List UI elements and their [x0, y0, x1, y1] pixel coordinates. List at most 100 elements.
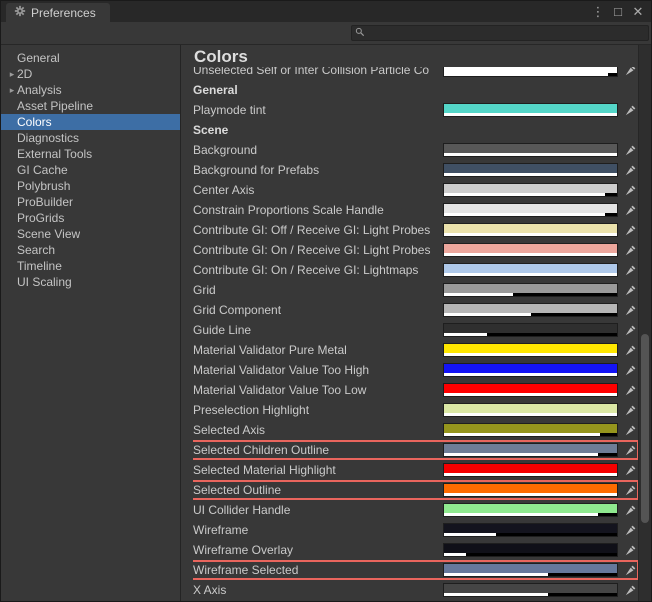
- tab-preferences[interactable]: Preferences: [6, 3, 110, 22]
- sidebar-item-external-tools[interactable]: External Tools: [1, 146, 180, 162]
- color-label: Background: [193, 143, 258, 157]
- color-swatch[interactable]: [443, 563, 618, 577]
- eyedropper-icon[interactable]: [622, 323, 638, 337]
- expand-arrow-icon[interactable]: ▸: [7, 85, 17, 96]
- color-swatch[interactable]: [443, 483, 618, 497]
- eyedropper-icon[interactable]: [622, 423, 638, 437]
- sidebar-item-label: Polybrush: [17, 179, 71, 193]
- toolbar: [1, 22, 651, 45]
- sidebar-item-colors[interactable]: Colors: [1, 114, 180, 130]
- sidebar-item-diagnostics[interactable]: Diagnostics: [1, 130, 180, 146]
- maximize-icon[interactable]: □: [610, 4, 626, 20]
- eyedropper-icon[interactable]: [622, 543, 638, 557]
- eyedropper-icon[interactable]: [622, 403, 638, 417]
- eyedropper-icon[interactable]: [622, 203, 638, 217]
- color-label: Preselection Highlight: [193, 403, 310, 417]
- search-box[interactable]: [351, 25, 649, 41]
- eyedropper-icon[interactable]: [622, 303, 638, 317]
- color-swatch[interactable]: [443, 383, 618, 397]
- color-swatch[interactable]: [443, 543, 618, 557]
- content-pane: Colors Unselected Self or Inter Collisio…: [181, 45, 638, 601]
- color-swatch[interactable]: [443, 423, 618, 437]
- eyedropper-icon[interactable]: [622, 483, 638, 497]
- color-label: X Axis: [193, 583, 227, 597]
- color-swatch[interactable]: [443, 343, 618, 357]
- eyedropper-icon[interactable]: [622, 163, 638, 177]
- eyedropper-icon[interactable]: [622, 243, 638, 257]
- eyedropper-icon[interactable]: [622, 443, 638, 457]
- sidebar-item-progrids[interactable]: ProGrids: [1, 210, 180, 226]
- color-swatch[interactable]: [443, 223, 618, 237]
- color-row: Y Axis: [193, 600, 638, 601]
- color-swatch[interactable]: [443, 323, 618, 337]
- sidebar-item-scene-view[interactable]: Scene View: [1, 226, 180, 242]
- eyedropper-icon[interactable]: [622, 143, 638, 157]
- eyedropper-icon[interactable]: [622, 263, 638, 277]
- color-swatch[interactable]: [443, 503, 618, 517]
- color-row: Unselected Self or Inter Collision Parti…: [193, 67, 638, 80]
- sidebar-item-polybrush[interactable]: Polybrush: [1, 178, 180, 194]
- color-label: Grid: [193, 283, 216, 297]
- sidebar-item-2d[interactable]: ▸ 2D: [1, 66, 180, 82]
- eyedropper-icon[interactable]: [622, 363, 638, 377]
- sidebar-item-ui-scaling[interactable]: UI Scaling: [1, 274, 180, 290]
- search-input[interactable]: [368, 26, 645, 40]
- sidebar-item-timeline[interactable]: Timeline: [1, 258, 180, 274]
- color-row: Preselection Highlight: [193, 400, 638, 420]
- eyedropper-icon[interactable]: [622, 503, 638, 517]
- color-swatch[interactable]: [443, 583, 618, 597]
- swatch-color-area: [444, 424, 617, 433]
- color-swatch[interactable]: [443, 363, 618, 377]
- color-swatch[interactable]: [443, 303, 618, 317]
- sidebar-item-asset-pipeline[interactable]: Asset Pipeline: [1, 98, 180, 114]
- color-swatch[interactable]: [443, 143, 618, 157]
- swatch-color-area: [444, 484, 617, 493]
- swatch-alpha-fill: [444, 153, 617, 156]
- eyedropper-icon[interactable]: [622, 223, 638, 237]
- sidebar-item-gi-cache[interactable]: GI Cache: [1, 162, 180, 178]
- color-swatch[interactable]: [443, 103, 618, 117]
- page-title: Colors: [194, 47, 248, 66]
- sidebar-item-analysis[interactable]: ▸ Analysis: [1, 82, 180, 98]
- color-label: Playmode tint: [193, 103, 266, 117]
- menu-icon[interactable]: ⋮: [590, 4, 606, 20]
- color-row: Wireframe: [193, 520, 638, 540]
- vertical-scrollbar[interactable]: [638, 45, 651, 601]
- swatch-color-area: [444, 284, 617, 293]
- eyedropper-icon[interactable]: [622, 103, 638, 117]
- close-icon[interactable]: ✕: [630, 4, 646, 20]
- scrollbar-thumb[interactable]: [641, 334, 649, 524]
- eyedropper-icon[interactable]: [622, 583, 638, 597]
- color-swatch[interactable]: [443, 243, 618, 257]
- color-swatch[interactable]: [443, 443, 618, 457]
- color-swatch[interactable]: [443, 183, 618, 197]
- sidebar-item-search[interactable]: Search: [1, 242, 180, 258]
- sidebar-item-probuilder[interactable]: ProBuilder: [1, 194, 180, 210]
- eyedropper-icon[interactable]: [622, 383, 638, 397]
- swatch-color-area: [444, 564, 617, 573]
- color-swatch[interactable]: [443, 263, 618, 277]
- color-swatch[interactable]: [443, 463, 618, 477]
- swatch-alpha-fill: [444, 233, 617, 236]
- eyedropper-icon[interactable]: [622, 463, 638, 477]
- sidebar-item-general[interactable]: General: [1, 50, 180, 66]
- eyedropper-icon[interactable]: [622, 523, 638, 537]
- color-swatch[interactable]: [443, 283, 618, 297]
- expand-arrow-icon[interactable]: ▸: [7, 69, 17, 80]
- eyedropper-icon[interactable]: [622, 563, 638, 577]
- eyedropper-icon[interactable]: [622, 183, 638, 197]
- color-row: Contribute GI: On / Receive GI: Light Pr…: [193, 240, 638, 260]
- color-swatch[interactable]: [443, 67, 618, 77]
- swatch-alpha-fill: [444, 253, 617, 256]
- eyedropper-icon[interactable]: [622, 67, 638, 77]
- swatch-color-area: [444, 364, 617, 373]
- color-swatch[interactable]: [443, 203, 618, 217]
- color-swatch[interactable]: [443, 523, 618, 537]
- swatch-alpha-bar: [444, 593, 617, 596]
- window-controls: ⋮ □ ✕: [590, 1, 651, 22]
- swatch-alpha-fill: [444, 393, 617, 396]
- eyedropper-icon[interactable]: [622, 283, 638, 297]
- color-swatch[interactable]: [443, 403, 618, 417]
- eyedropper-icon[interactable]: [622, 343, 638, 357]
- color-swatch[interactable]: [443, 163, 618, 177]
